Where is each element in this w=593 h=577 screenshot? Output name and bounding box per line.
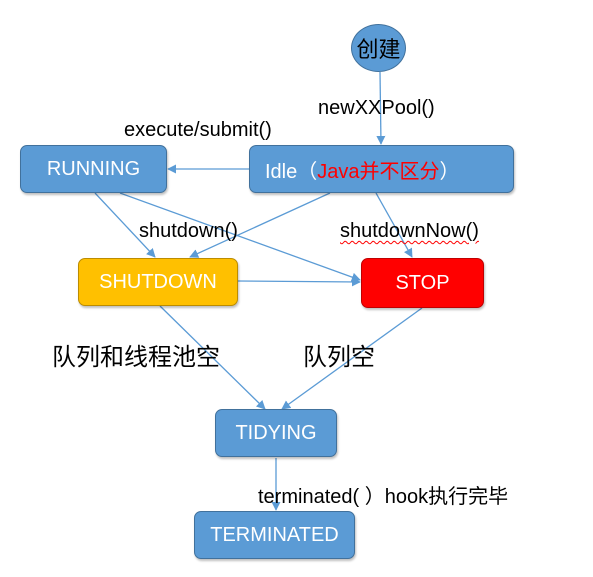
node-idle: Idle（ Java并不区分 ） — [249, 145, 514, 193]
node-terminated-label: TERMINATED — [210, 523, 339, 546]
node-stop: STOP — [361, 258, 484, 308]
node-shutdown-label: SHUTDOWN — [99, 270, 217, 293]
edge-label-queue-and-pool-empty: 队列和线程池空 — [52, 344, 220, 371]
node-idle-label: Idle（ — [265, 160, 318, 183]
node-idle-note: Java并不区分 — [317, 160, 440, 183]
node-idle-close: ） — [439, 160, 460, 183]
node-tidying: TIDYING — [215, 409, 337, 457]
edge-label-new-pool: newXXPool() — [318, 97, 435, 119]
node-running: RUNNING — [20, 145, 167, 193]
node-terminated: TERMINATED — [194, 511, 355, 559]
node-create: 创建 — [351, 24, 406, 72]
edge-label-shutdown-now: shutdownNow() — [340, 220, 479, 242]
edge-label-terminated-hook: terminated( ）hook执行完毕 — [258, 486, 509, 508]
edge-label-execute-submit: execute/submit() — [124, 119, 272, 141]
node-running-label: RUNNING — [46, 157, 141, 180]
edge-label-shutdown: shutdown() — [139, 220, 238, 242]
node-tidying-label: TIDYING — [235, 421, 317, 444]
node-create-label: 创建 — [356, 37, 401, 62]
edge-shutdown-to-stop — [237, 277, 361, 287]
node-shutdown: SHUTDOWN — [78, 258, 238, 306]
edge-label-queue-empty: 队列空 — [303, 344, 375, 371]
node-stop-label: STOP — [395, 271, 450, 294]
